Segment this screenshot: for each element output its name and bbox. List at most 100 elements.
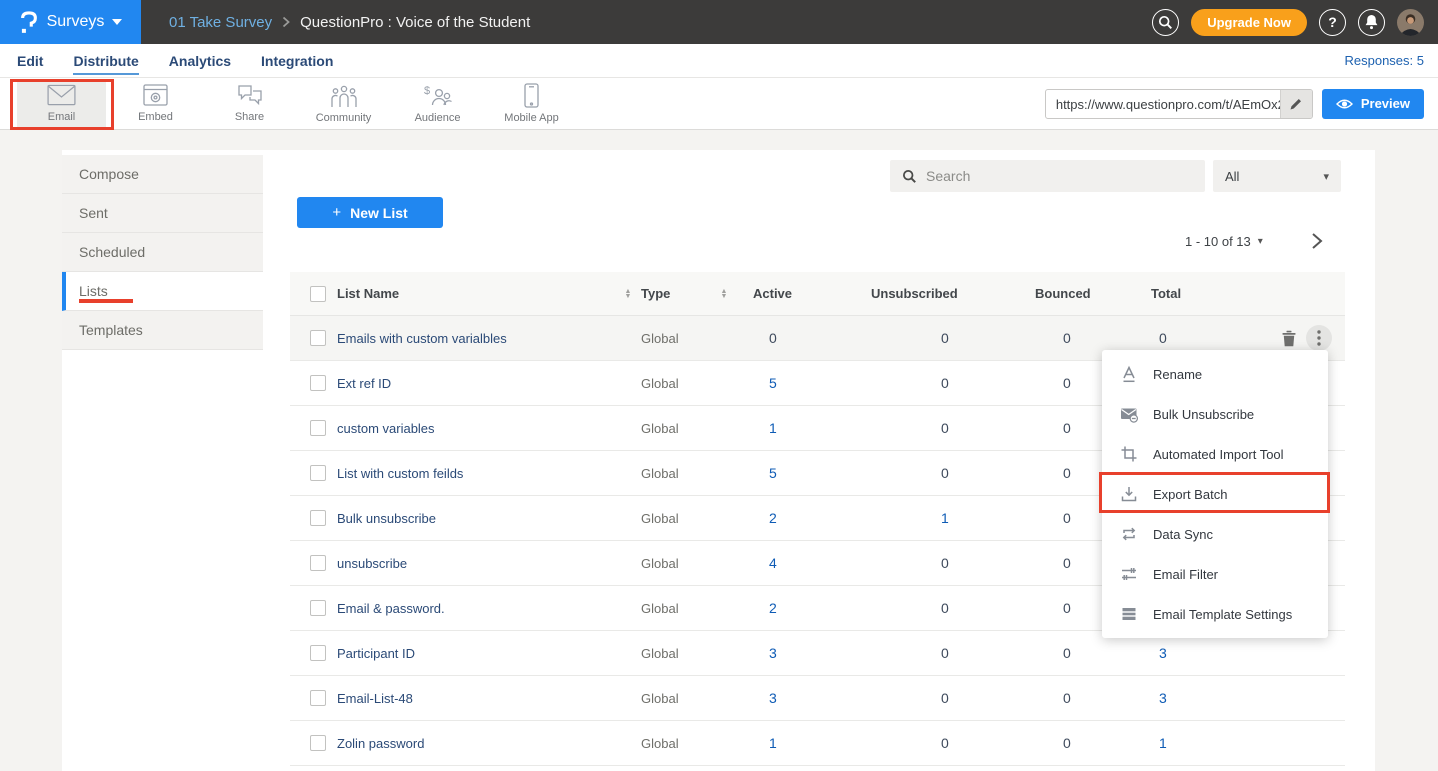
row-checkbox[interactable] — [310, 465, 326, 481]
preview-button[interactable]: Preview — [1322, 89, 1424, 119]
tab-distribute[interactable]: Distribute — [73, 47, 138, 75]
row-checkbox[interactable] — [310, 420, 326, 436]
survey-url[interactable]: https://www.questionpro.com/t/AEmOx2 — [1046, 90, 1280, 118]
list-name-link[interactable]: Bulk unsubscribe — [337, 511, 615, 526]
unsubscribed-count: 0 — [857, 375, 1029, 391]
tab-analytics[interactable]: Analytics — [169, 47, 231, 75]
toolbar-item-share[interactable]: Share — [205, 80, 294, 128]
list-type: Global — [641, 646, 709, 661]
chevron-down-icon — [112, 19, 122, 25]
list-name-link[interactable]: Email & password. — [337, 601, 615, 616]
survey-tabbar: EditDistributeAnalyticsIntegration Respo… — [0, 44, 1438, 78]
breadcrumb-survey-name[interactable]: 01 Take Survey — [169, 14, 272, 31]
user-avatar[interactable] — [1397, 9, 1424, 36]
toolbar-item-label: Audience — [415, 112, 461, 124]
active-count[interactable]: 3 — [739, 690, 857, 706]
unsubscribed-count: 0 — [857, 690, 1029, 706]
new-list-button[interactable]: + New List — [297, 197, 443, 228]
sidebar-item-sent[interactable]: Sent — [62, 194, 263, 233]
active-count[interactable]: 1 — [739, 735, 857, 751]
search-icon — [902, 169, 917, 184]
list-name-link[interactable]: Ext ref ID — [337, 376, 615, 391]
toolbar-item-mobile-app[interactable]: Mobile App — [487, 80, 576, 128]
list-filter-dropdown[interactable]: All ▾ — [1213, 160, 1341, 192]
select-all-checkbox[interactable] — [310, 286, 326, 302]
total-count[interactable]: 3 — [1149, 645, 1247, 661]
row-menu-button[interactable] — [1306, 325, 1332, 351]
search-input[interactable] — [926, 168, 1176, 184]
total-count[interactable]: 1 — [1149, 735, 1247, 751]
menu-item-data-sync[interactable]: Data Sync — [1102, 514, 1328, 554]
tab-edit[interactable]: Edit — [17, 47, 43, 75]
column-header-list-name[interactable]: List Name — [337, 286, 615, 301]
unsubscribed-count[interactable]: 1 — [857, 510, 1029, 526]
toolbar-item-embed[interactable]: Embed — [111, 80, 200, 128]
table-row: Email-List-48Global3003 — [290, 676, 1345, 721]
sidebar-item-compose[interactable]: Compose — [62, 155, 263, 194]
row-checkbox[interactable] — [310, 645, 326, 661]
list-name-link[interactable]: Participant ID — [337, 646, 615, 661]
row-checkbox[interactable] — [310, 375, 326, 391]
menu-item-email-filter[interactable]: Email Filter — [1102, 554, 1328, 594]
sidebar-item-lists[interactable]: Lists — [62, 272, 263, 311]
row-checkbox[interactable] — [310, 690, 326, 706]
unsubscribed-count: 0 — [857, 330, 1029, 346]
active-count[interactable]: 1 — [739, 420, 857, 436]
menu-item-automated-import-tool[interactable]: Automated Import Tool — [1102, 434, 1328, 474]
pagination-range-dropdown[interactable]: 1 - 10 of 13 ▾ — [1185, 234, 1263, 249]
active-count[interactable]: 2 — [739, 510, 857, 526]
sidebar-item-templates[interactable]: Templates — [62, 311, 263, 350]
menu-item-bulk-unsubscribe[interactable]: Bulk Unsubscribe — [1102, 394, 1328, 434]
active-count[interactable]: 5 — [739, 465, 857, 481]
list-name-link[interactable]: Emails with custom varialbles — [337, 331, 615, 346]
menu-item-rename[interactable]: Rename — [1102, 354, 1328, 394]
sidebar-item-scheduled[interactable]: Scheduled — [62, 233, 263, 272]
filter-selected-value: All — [1225, 169, 1239, 184]
list-search-box — [890, 160, 1205, 192]
help-button[interactable]: ? — [1319, 9, 1346, 36]
upgrade-now-button[interactable]: Upgrade Now — [1191, 9, 1307, 36]
list-name-link[interactable]: List with custom feilds — [337, 466, 615, 481]
list-name-link[interactable]: Zolin password — [337, 736, 615, 751]
sort-icon[interactable]: ▲▼ — [615, 289, 641, 299]
table-row: Zolin passwordGlobal1001 — [290, 721, 1345, 766]
toolbar-item-audience[interactable]: $Audience — [393, 80, 482, 128]
row-checkbox[interactable] — [310, 735, 326, 751]
menu-item-email-template-settings[interactable]: Email Template Settings — [1102, 594, 1328, 634]
eye-icon — [1336, 98, 1353, 110]
row-checkbox[interactable] — [310, 600, 326, 616]
list-type: Global — [641, 466, 709, 481]
notifications-button[interactable] — [1358, 9, 1385, 36]
active-count[interactable]: 2 — [739, 600, 857, 616]
list-name-link[interactable]: unsubscribe — [337, 556, 615, 571]
total-count[interactable]: 3 — [1149, 690, 1247, 706]
row-checkbox[interactable] — [310, 510, 326, 526]
top-header: Surveys 01 Take Survey QuestionPro : Voi… — [0, 0, 1438, 44]
pencil-icon — [1289, 97, 1303, 111]
list-name-link[interactable]: custom variables — [337, 421, 615, 436]
automated-import-icon — [1120, 445, 1138, 463]
toolbar-item-email[interactable]: Email — [17, 80, 106, 128]
breadcrumb-page-title: QuestionPro : Voice of the Student — [300, 14, 530, 31]
global-search-button[interactable] — [1152, 9, 1179, 36]
row-checkbox[interactable] — [310, 555, 326, 571]
menu-item-export-batch[interactable]: Export Batch — [1102, 474, 1328, 514]
delete-list-button[interactable] — [1281, 330, 1297, 347]
row-actions — [1247, 325, 1345, 351]
product-label: Surveys — [47, 13, 105, 31]
tab-integration[interactable]: Integration — [261, 47, 333, 75]
active-count[interactable]: 5 — [739, 375, 857, 391]
active-count[interactable]: 4 — [739, 555, 857, 571]
active-count[interactable]: 3 — [739, 645, 857, 661]
edit-url-button[interactable] — [1280, 90, 1312, 118]
list-name-link[interactable]: Email-List-48 — [337, 691, 615, 706]
row-checkbox[interactable] — [310, 330, 326, 346]
column-header-total: Total — [1149, 286, 1247, 301]
next-page-button[interactable] — [1311, 232, 1323, 250]
toolbar-item-community[interactable]: Community — [299, 80, 388, 128]
bell-icon — [1364, 14, 1379, 30]
share-icon — [237, 84, 263, 107]
sort-icon[interactable]: ▲▼ — [709, 289, 739, 299]
product-switcher[interactable]: Surveys — [0, 0, 141, 44]
column-header-type[interactable]: Type — [641, 286, 709, 301]
